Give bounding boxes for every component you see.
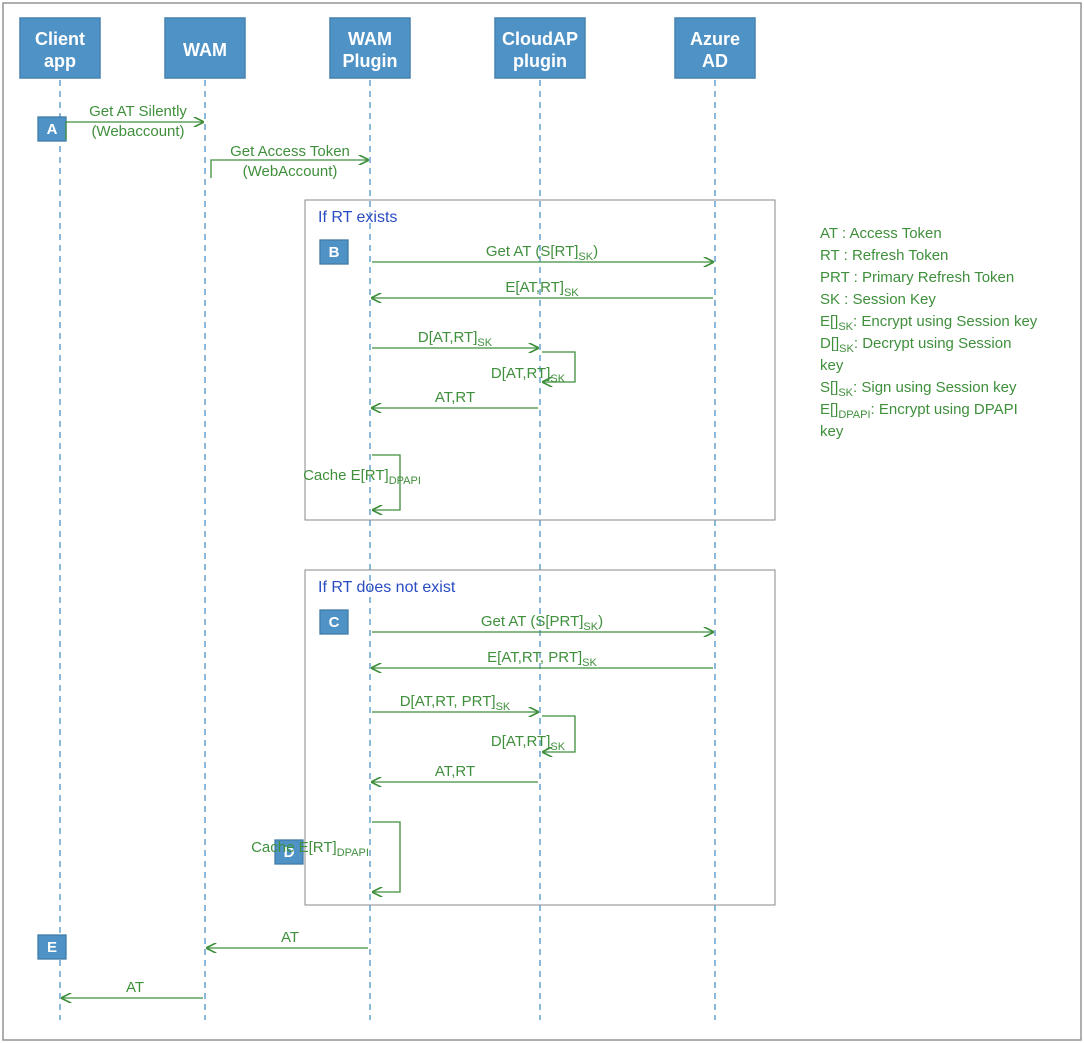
msg-label: Get AT (S[RT]SK) (486, 243, 598, 263)
diagram-frame (3, 3, 1081, 1040)
legend: AT : Access Token RT : Refresh Token PRT… (820, 225, 1038, 440)
msg-label: D[AT,RT]SK (491, 365, 566, 385)
participant-wam: WAM (165, 18, 245, 78)
step-a-badge: A (38, 117, 66, 141)
msg-label: Cache E[RT]DPAPI (251, 839, 369, 859)
participant-label: Azure (690, 29, 740, 49)
msg-label: Get AT Silently (89, 103, 187, 120)
step-c-badge: C (320, 610, 348, 634)
legend-item: RT : Refresh Token (820, 247, 948, 264)
msg-label: (Webaccount) (91, 123, 184, 140)
arrow-c-cache-self (372, 822, 400, 892)
msg-label: AT,RT (435, 389, 475, 406)
legend-item: S[]SK: Sign using Session key (820, 379, 1017, 399)
msg-label: AT (281, 929, 299, 946)
opt-title: If RT exists (318, 209, 397, 226)
participant-label: AD (702, 51, 728, 71)
legend-item: E[]SK: Encrypt using Session key (820, 313, 1038, 333)
step-b-badge: B (320, 240, 348, 264)
msg-label: D[AT,RT, PRT]SK (400, 693, 511, 713)
msg-label: Get Access Token (230, 143, 350, 160)
opt-title: If RT does not exist (318, 579, 456, 596)
legend-item: E[]DPAPI: Encrypt using DPAPI (820, 401, 1018, 421)
participant-label: Plugin (343, 51, 398, 71)
svg-text:E: E (47, 939, 57, 956)
participant-label: Client (35, 29, 85, 49)
participant-label: plugin (513, 51, 567, 71)
participant-wam-plugin: WAM Plugin (330, 18, 410, 78)
legend-item: D[]SK: Decrypt using Session (820, 335, 1011, 355)
msg-label: D[AT,RT]SK (491, 733, 566, 753)
participant-label: app (44, 51, 76, 71)
msg-label: Cache E[RT]DPAPI (303, 467, 421, 487)
svg-text:key: key (820, 423, 844, 440)
step-e-badge: E (38, 935, 66, 959)
legend-item: SK : Session Key (820, 291, 936, 308)
sequence-diagram: Client app WAM WAM Plugin CloudAP plugin… (0, 0, 1084, 1043)
msg-label: D[AT,RT]SK (418, 329, 493, 349)
svg-text:key: key (820, 357, 844, 374)
legend-item: PRT : Primary Refresh Token (820, 269, 1014, 286)
participant-cloudap: CloudAP plugin (495, 18, 585, 78)
msg-label: E[AT,RT, PRT]SK (487, 649, 597, 669)
msg-label: AT (126, 979, 144, 996)
participant-client: Client app (20, 18, 100, 78)
msg-label: Get AT (S[PRT]SK) (481, 613, 603, 633)
msg-label: (WebAccount) (243, 163, 338, 180)
msg-label: E[AT,RT]SK (505, 279, 579, 299)
svg-text:A: A (47, 121, 58, 138)
svg-text:C: C (329, 614, 340, 631)
participant-label: WAM (183, 40, 227, 60)
participant-label: WAM (348, 29, 392, 49)
msg-label: AT,RT (435, 763, 475, 780)
svg-text:B: B (329, 244, 340, 261)
legend-item: AT : Access Token (820, 225, 942, 242)
participant-label: CloudAP (502, 29, 578, 49)
participant-azure-ad: Azure AD (675, 18, 755, 78)
